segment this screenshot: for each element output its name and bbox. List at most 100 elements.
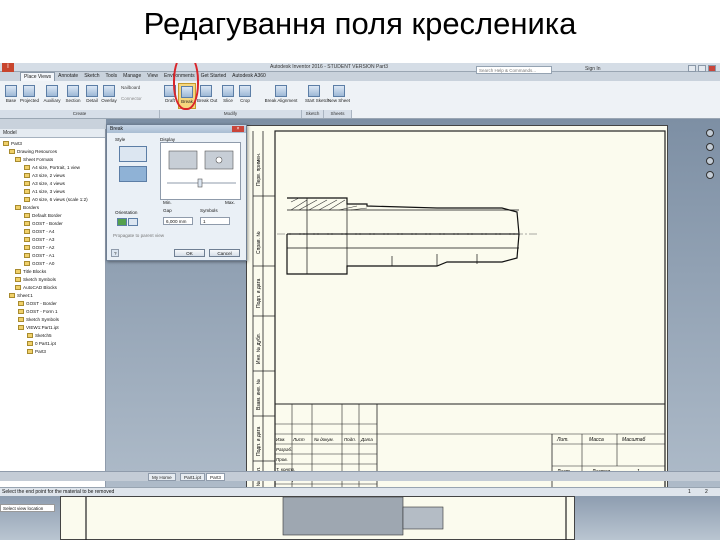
tree-item[interactable]: Borders	[15, 204, 39, 211]
tb-date-label: Дата	[360, 437, 373, 442]
section-view-button[interactable]: Section	[64, 83, 82, 109]
cancel-button[interactable]: Cancel	[209, 249, 240, 257]
tree-item-label: A1 size, 3 views	[32, 189, 65, 194]
crop-button[interactable]: Crop	[236, 83, 254, 109]
tree-item[interactable]: Sketch5	[27, 332, 52, 339]
tree-item[interactable]: Default Border	[24, 212, 62, 219]
close-icon[interactable]	[708, 65, 716, 72]
horizontal-orientation-button[interactable]	[117, 218, 127, 226]
tree-item[interactable]: Sheet Formats	[15, 156, 53, 163]
tree-item-label: GOST - A1	[32, 253, 55, 258]
tree-item[interactable]: A3 size, 2 views	[24, 172, 65, 179]
tab-annotate[interactable]: Annotate	[55, 72, 81, 81]
tree-item-label: Sketch Symbols	[23, 277, 56, 282]
break-out-button[interactable]: Break Out	[197, 83, 217, 109]
tree-item[interactable]: A1 size, 3 views	[24, 188, 65, 195]
rectangular-style-button[interactable]	[119, 146, 147, 162]
browser-title: Model	[0, 129, 105, 138]
start-sketch-icon	[308, 85, 320, 97]
tree-item[interactable]: GOST - Form 1	[18, 308, 58, 315]
detail-view-icon	[86, 85, 98, 97]
style-label: Style	[115, 137, 126, 142]
detail-view-button[interactable]: Detail	[83, 83, 101, 109]
tree-item[interactable]: 0 Part1.ipt	[27, 340, 56, 347]
tree-item[interactable]: Sketch Symbols	[18, 316, 59, 323]
drawing-sheet[interactable]: Перв. примен. Справ. № Подп. и дата Инв.…	[246, 125, 668, 503]
sheet-format-icon	[24, 165, 30, 171]
tab-part3[interactable]: Part3	[206, 473, 225, 481]
border-icon	[24, 261, 30, 267]
zoom-icon[interactable]	[706, 143, 714, 151]
orbit-icon[interactable]	[706, 157, 714, 165]
base-view-button[interactable]: Base	[2, 83, 20, 109]
tree-item[interactable]: GOST - A1	[24, 252, 54, 259]
tree-item[interactable]: Sheet:1	[9, 292, 33, 299]
tree-item[interactable]: GOST - Border	[24, 220, 63, 227]
document-tabs: My Home Part1.ipt Part3	[0, 471, 720, 481]
start-sketch-button[interactable]: Start Sketch	[305, 83, 330, 109]
auxiliary-view-button[interactable]: Auxiliary	[43, 83, 61, 109]
shaft-part-view[interactable]	[277, 197, 537, 275]
tree-item[interactable]: GOST - A3	[24, 236, 54, 243]
tree-item[interactable]: GOST - A4	[24, 228, 54, 235]
title-bar: I Autodesk Inventor 2016 - STUDENT VERSI…	[0, 63, 720, 74]
group-sheets: Sheets	[324, 110, 352, 118]
tree-item[interactable]: A0 size, 6 views (scale 1:2)	[24, 196, 88, 203]
tree-item-label: Sketch Symbols	[26, 317, 59, 322]
nailboard-button[interactable]: Nailboard	[121, 85, 140, 90]
vertical-orientation-button[interactable]	[128, 218, 138, 226]
tab-autodesk-a360[interactable]: Autodesk A360	[229, 72, 269, 81]
folder-icon	[9, 149, 15, 155]
model-browser: Model Part3 Drawing Resources Sheet Form…	[0, 129, 106, 489]
tree-item[interactable]: Part3	[3, 140, 22, 147]
tree-item[interactable]: A3 size, 4 views	[24, 180, 65, 187]
tab-tools[interactable]: Tools	[102, 72, 120, 81]
tree-item[interactable]: Part3	[27, 348, 46, 355]
tree-item[interactable]: GOST - A0	[24, 260, 54, 267]
structural-style-button[interactable]	[119, 166, 147, 182]
window-title: Autodesk Inventor 2016 - STUDENT VERSION…	[270, 64, 389, 70]
tab-get-started[interactable]: Get Started	[198, 72, 230, 81]
tree-item[interactable]: Drawing Resources	[9, 148, 57, 155]
tree-item[interactable]: GOST - Border	[18, 300, 57, 307]
zoom-window-icon[interactable]	[706, 171, 714, 179]
overlay-view-button[interactable]: Overlay	[100, 83, 118, 109]
projected-view-button[interactable]: Projected	[20, 83, 39, 109]
tree-item-label: GOST - A4	[32, 229, 55, 234]
dialog-close-icon[interactable]: ×	[232, 126, 244, 132]
tab-my-home[interactable]: My Home	[148, 473, 176, 481]
tree-item[interactable]: A4 size, Portrait, 1 view	[24, 164, 80, 171]
tree-item[interactable]: GOST - A2	[24, 244, 54, 251]
ok-button[interactable]: OK	[174, 249, 205, 257]
help-icon[interactable]: ?	[111, 249, 119, 257]
new-sheet-label: New Sheet	[328, 98, 351, 103]
tab-place-views[interactable]: Place Views	[20, 72, 56, 81]
folder-icon	[15, 269, 21, 275]
tab-view[interactable]: View	[144, 72, 161, 81]
status-bar: Select the end point for the material to…	[0, 487, 720, 496]
propagate-checkbox[interactable]: Propagate to parent view	[113, 233, 164, 238]
tree-item-label: GOST - Form 1	[26, 309, 58, 314]
border-icon	[24, 253, 30, 259]
tab-part1[interactable]: Part1.ipt	[180, 473, 206, 481]
search-input[interactable]: Search Help & Commands...	[476, 66, 552, 74]
break-alignment-button[interactable]: Break Alignment	[262, 83, 300, 109]
tab-sketch[interactable]: Sketch	[81, 72, 102, 81]
tree-item[interactable]: Sketch Symbols	[15, 276, 56, 283]
connector-button[interactable]: Connector	[121, 96, 142, 101]
symbols-input[interactable]: 1	[200, 217, 230, 225]
tree-item[interactable]: VIEW1:Part1.ipt	[18, 324, 59, 331]
inventor-logo-icon[interactable]: I	[2, 63, 14, 72]
gap-input[interactable]: 6,000 mm	[163, 217, 193, 225]
new-sheet-button[interactable]: New Sheet	[328, 83, 350, 109]
maximize-icon[interactable]	[698, 65, 706, 72]
sheet-format-icon	[24, 181, 30, 187]
tab-manage[interactable]: Manage	[120, 72, 144, 81]
tree-item[interactable]: AutoCAD Blocks	[15, 284, 57, 291]
sheet-format-icon	[24, 189, 30, 195]
pan-icon[interactable]	[706, 129, 714, 137]
tree-item[interactable]: Title Blocks	[15, 268, 46, 275]
sign-in-link[interactable]: Sign In	[585, 66, 601, 72]
minimize-icon[interactable]	[688, 65, 696, 72]
slice-button[interactable]: Slice	[219, 83, 237, 109]
